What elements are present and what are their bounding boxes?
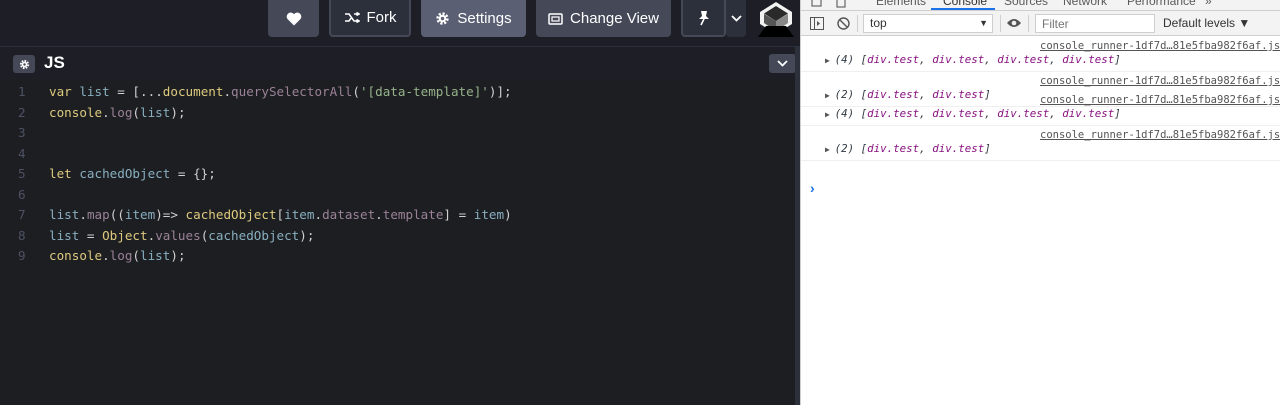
sidebar-icon[interactable]	[810, 17, 824, 30]
chevron-down-icon	[730, 15, 742, 22]
code-line[interactable]: 1 var list = [...document.querySelectorAl…	[0, 82, 790, 102]
toolbar-separator	[1000, 15, 1001, 32]
user-avatar[interactable]	[754, 0, 798, 37]
code-text: let cachedObject = {};	[49, 166, 216, 181]
codepen-editor-pane: Fork Settings Change View JS 1 var list …	[0, 0, 800, 405]
pen-header: Fork Settings Change View	[0, 0, 800, 46]
love-button[interactable]	[268, 0, 319, 37]
expand-triangle-icon[interactable]: ▶	[825, 145, 835, 154]
log-message[interactable]: ▶ (2) [div.test, div.test]	[825, 142, 991, 155]
line-number: 4	[18, 145, 26, 161]
log-divider	[801, 71, 1280, 72]
expand-triangle-icon[interactable]: ▶	[825, 110, 835, 119]
change-view-icon	[548, 12, 563, 25]
tab-sources[interactable]: Sources	[1004, 0, 1048, 8]
code-line[interactable]: 8 list = Object.values(cachedObject);	[0, 226, 790, 246]
log-source-link[interactable]: console_runner-1df7d…81e5fba982f6af.js:1	[1040, 75, 1280, 87]
fork-label: Fork	[366, 9, 397, 26]
log-source-link[interactable]: console_runner-1df7d…81e5fba982f6af.js:1	[1040, 129, 1280, 141]
code-text: console.log(list);	[49, 104, 186, 120]
line-number: 9	[18, 248, 26, 263]
tab-performance[interactable]: Performance	[1127, 0, 1196, 8]
line-number: 3	[18, 125, 26, 140]
log-levels-dropdown[interactable]: Default levels ▼	[1163, 16, 1250, 30]
gear-icon	[19, 59, 29, 69]
code-editor[interactable]: 1 var list = [...document.querySelectorAl…	[0, 79, 795, 405]
log-message[interactable]: ▶ (2) [div.test, div.test]	[825, 88, 991, 101]
editor-settings-button[interactable]	[13, 55, 35, 73]
console-output: › console_runner-1df7d…81e5fba982f6af.js…	[801, 36, 1280, 405]
tab-network[interactable]: Network	[1063, 0, 1107, 8]
code-line[interactable]: 2 console.log(list);	[0, 103, 790, 123]
toolbar-separator	[857, 15, 858, 32]
tab-console[interactable]: Console	[943, 0, 987, 8]
code-line[interactable]: 9 console.log(list);	[0, 246, 790, 266]
code-text: console.log(list);	[49, 248, 186, 263]
change-view-label: Change View	[570, 10, 659, 27]
log-message[interactable]: ▶ (4) [div.test, div.test, div.test, div…	[825, 107, 1121, 120]
tab-elements[interactable]: Elements	[876, 0, 926, 8]
log-divider	[801, 160, 1280, 161]
code-text: var list = [...document.querySelectorAll…	[49, 84, 512, 99]
clear-icon[interactable]	[837, 17, 850, 30]
console-filter-input[interactable]	[1035, 14, 1155, 33]
console-prompt[interactable]: ›	[810, 180, 815, 196]
editor-collapse-button[interactable]	[769, 54, 796, 73]
heart-icon	[286, 12, 301, 25]
fork-button[interactable]: Fork	[329, 0, 411, 37]
code-text: list.map((item)=> cachedObject[item.data…	[49, 207, 512, 222]
code-line[interactable]: 7 list.map((item)=> cachedObject[item.dat…	[0, 205, 790, 225]
expand-triangle-icon[interactable]: ▶	[825, 56, 835, 65]
change-view-button[interactable]: Change View	[536, 0, 671, 37]
chevron-down-icon: ▼	[979, 18, 988, 28]
code-line[interactable]: 6	[0, 185, 790, 205]
pin-menu-button[interactable]	[726, 0, 746, 37]
log-source-link[interactable]: console_runner-1df7d…81e5fba982f6af.js:1	[1040, 94, 1280, 106]
code-line[interactable]: 5 let cachedObject = {};	[0, 164, 790, 184]
gear-icon	[436, 12, 450, 25]
line-number: 8	[18, 227, 26, 243]
log-source-link[interactable]: console_runner-1df7d…81e5fba982f6af.js:1	[1040, 40, 1280, 52]
settings-label: Settings	[457, 10, 512, 27]
line-number: 2	[18, 104, 26, 120]
js-editor-header: JS	[0, 46, 800, 79]
fork-icon	[344, 11, 360, 23]
devtools-tab-bar: Elements Console Sources Network Perform…	[801, 0, 1280, 11]
code-line[interactable]: 3	[0, 123, 790, 143]
tab-overflow[interactable]: »	[1205, 0, 1212, 8]
chevron-down-icon	[777, 60, 788, 67]
context-value: top	[870, 16, 887, 30]
settings-button[interactable]: Settings	[421, 0, 526, 37]
log-message[interactable]: ▶ (4) [div.test, div.test, div.test, div…	[825, 53, 1121, 66]
line-number: 7	[18, 207, 26, 222]
toolbar-separator	[1028, 15, 1029, 32]
codepen-avatar-icon	[754, 0, 798, 37]
editor-language-label: JS	[44, 53, 65, 72]
context-select[interactable]: top ▼	[863, 14, 993, 33]
inspect-icon[interactable]	[811, 0, 823, 8]
devtools-panel: Elements Console Sources Network Perform…	[800, 0, 1280, 405]
expand-triangle-icon[interactable]: ▶	[825, 91, 835, 100]
log-divider	[801, 125, 1280, 126]
line-number: 6	[18, 186, 26, 202]
line-number: 1	[18, 84, 26, 99]
pin-button[interactable]	[681, 0, 726, 37]
line-number: 5	[18, 166, 26, 181]
eye-icon[interactable]	[1006, 18, 1022, 28]
console-toolbar: top ▼ Default levels ▼	[801, 11, 1280, 36]
code-text: list = Object.values(cachedObject);	[49, 227, 315, 243]
pin-icon	[698, 10, 709, 25]
device-icon[interactable]	[835, 0, 847, 8]
code-line[interactable]: 4	[0, 144, 790, 164]
